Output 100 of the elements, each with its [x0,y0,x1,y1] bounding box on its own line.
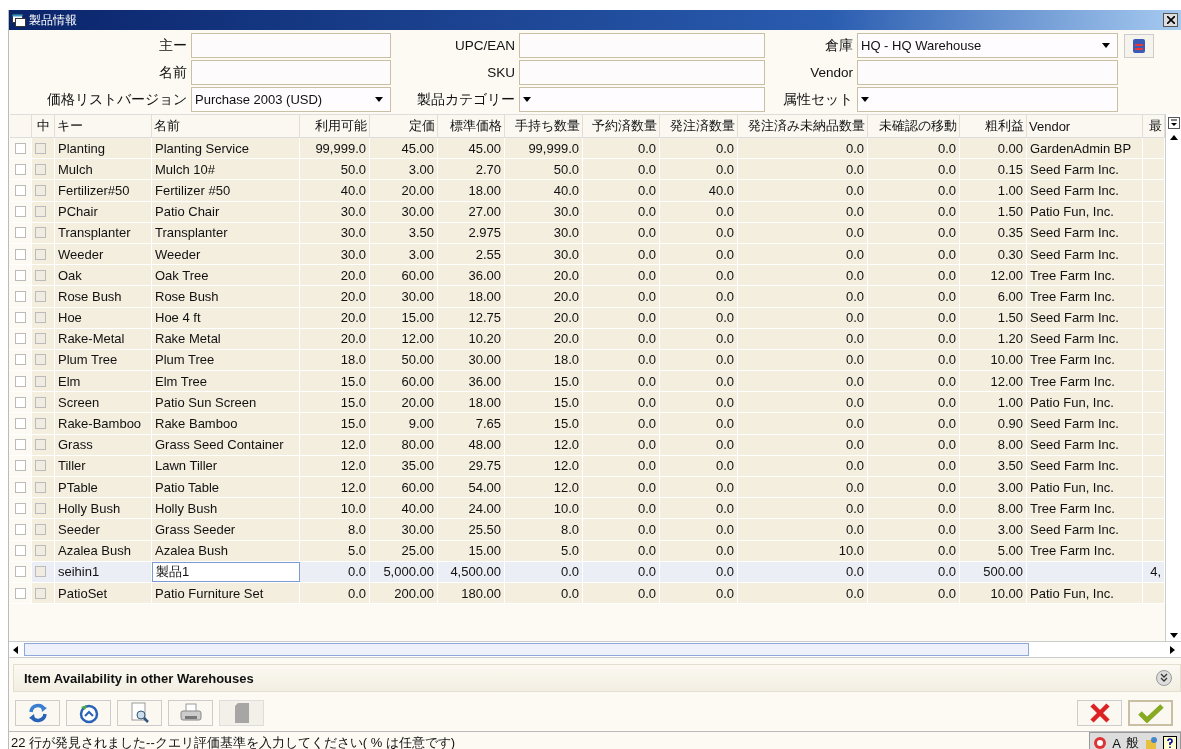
ime-mode-label[interactable]: 般 [1126,734,1139,749]
scrollbar-thumb[interactable] [24,643,1029,656]
row-checkbox[interactable] [35,269,46,281]
row-checkbox[interactable] [15,227,26,239]
table-row[interactable]: seihin1 製品1 0.0 5,000.00 4,500.00 0.0 0.0 0.0 0.0 0.0 500.00 4, [10,561,1165,583]
reset-button[interactable] [66,700,111,726]
table-row[interactable]: Oak Oak Tree 20.0 60.00 36.00 20.0 0.0 0.0 0.0 0.0 12.00 Tree Farm Inc. [10,265,1165,287]
row-checkbox[interactable] [35,290,46,302]
row-checkbox[interactable] [15,163,26,175]
ime-mode-label[interactable]: A [1112,735,1121,749]
row-checkbox[interactable] [35,460,46,472]
table-row[interactable]: Plum Tree Plum Tree 18.0 50.00 30.00 18.0 0.0 0.0 0.0 0.0 10.00 Tree Farm Inc. [10,349,1165,372]
input-field[interactable] [519,33,765,58]
row-checkbox[interactable] [35,142,46,154]
table-row[interactable]: Elm Elm Tree 15.0 60.00 36.00 15.0 0.0 0.0 0.0 0.0 12.00 Tree Farm Inc. [10,371,1165,393]
row-checkbox[interactable] [15,269,26,281]
column-header[interactable]: 発注済数量 [660,115,738,137]
database-button[interactable] [1124,33,1154,58]
dropdown-arrow-icon[interactable] [375,97,383,102]
table-row[interactable]: Screen Patio Sun Screen 15.0 20.00 18.00 15.0 0.0 0.0 0.0 0.0 1.00 Patio Fun, Inc. [10,392,1165,414]
vertical-scrollbar[interactable] [1165,114,1181,641]
column-header[interactable]: 定価 [370,115,438,137]
row-checkbox[interactable] [35,227,46,239]
row-checkbox[interactable] [35,439,46,451]
row-checkbox[interactable] [35,184,46,196]
row-checkbox[interactable] [15,184,26,196]
column-header[interactable]: Vendor [1027,115,1143,137]
row-checkbox[interactable] [35,354,46,366]
column-header[interactable]: 粗利益 [960,115,1027,137]
column-header[interactable]: 手持ち数量 [505,115,583,137]
row-checkbox[interactable] [35,587,46,599]
row-checkbox[interactable] [35,206,46,218]
chevron-icon[interactable] [1156,670,1172,686]
table-row[interactable]: Rose Bush Rose Bush 20.0 30.00 18.00 20.0 0.0 0.0 0.0 0.0 6.00 Tree Farm Inc. [10,286,1165,308]
row-checkbox[interactable] [35,333,46,345]
ok-button[interactable] [1128,700,1173,726]
row-checkbox[interactable] [35,375,46,387]
table-row[interactable]: Rake-Metal Rake Metal 20.0 12.00 10.20 20.0 0.0 0.0 0.0 0.0 1.20 Seed Farm Inc. [10,328,1165,350]
print-button[interactable] [168,700,213,726]
table-row[interactable]: Mulch Mulch 10# 50.0 3.00 2.70 50.0 0.0 0.0 0.0 0.0 0.15 Seed Farm Inc. [10,159,1165,181]
row-checkbox[interactable] [15,206,26,218]
cancel-button[interactable] [1077,700,1122,726]
row-checkbox[interactable] [15,142,26,154]
row-checkbox[interactable] [35,545,46,557]
input-field[interactable] [191,60,391,85]
collapsible-panel[interactable]: Item Availability in other Warehouses [13,664,1181,692]
table-row[interactable]: Grass Grass Seed Container 12.0 80.00 48.00 12.0 0.0 0.0 0.0 0.0 8.00 Seed Farm Inc. [10,434,1165,456]
row-checkbox[interactable] [15,418,26,430]
input-field[interactable] [519,60,765,85]
close-button[interactable] [1163,13,1178,27]
row-checkbox[interactable] [15,587,26,599]
row-checkbox[interactable] [15,354,26,366]
dropdown-arrow-icon[interactable] [1102,43,1110,48]
column-header[interactable]: 発注済み未納品数量 [738,115,868,137]
column-header[interactable]: 利用可能 [300,115,370,137]
table-row[interactable]: Hoe Hoe 4 ft 20.0 15.00 12.75 20.0 0.0 0.0 0.0 0.0 1.50 Seed Farm Inc. [10,307,1165,329]
row-checkbox[interactable] [15,248,26,260]
table-row[interactable]: Planting Planting Service 99,999.0 45.00 45.00 99,999.0 0.0 0.0 0.0 0.0 0.00 GardenAdmin BP [10,138,1165,160]
row-checkbox[interactable] [15,460,26,472]
table-row[interactable]: PatioSet Patio Furniture Set 0.0 200.00 180.00 0.0 0.0 0.0 0.0 0.0 10.00 Patio Fun, Inc. [10,582,1165,605]
scroll-up-icon[interactable] [1169,135,1178,140]
ime-tool-icon[interactable] [1144,736,1158,749]
table-row[interactable]: Tiller Lawn Tiller 12.0 35.00 29.75 12.0 0.0 0.0 0.0 0.0 3.50 Seed Farm Inc. [10,455,1165,477]
zoom-button[interactable] [117,700,162,726]
row-checkbox[interactable] [35,163,46,175]
row-checkbox[interactable] [15,375,26,387]
dropdown-arrow-icon[interactable] [861,97,869,102]
row-checkbox[interactable] [35,418,46,430]
column-header[interactable]: 予約済数量 [583,115,660,137]
cell-editor[interactable]: 製品1 [152,561,300,582]
table-row[interactable]: Fertilizer#50 Fertilizer #50 40.0 20.00 18.00 40.0 0.0 40.0 0.0 0.0 1.00 Seed Farm Inc. [10,180,1165,202]
row-checkbox[interactable] [15,502,26,514]
column-header[interactable]: 中 [32,115,55,137]
dropdown-field[interactable]: Purchase 2003 (USD) [191,87,391,112]
row-checkbox[interactable] [15,566,26,578]
row-checkbox[interactable] [35,248,46,260]
input-field[interactable] [857,60,1118,85]
dropdown-field[interactable] [857,87,1118,112]
row-checkbox[interactable] [15,481,26,493]
row-checkbox[interactable] [15,396,26,408]
column-header[interactable]: 名前 [152,115,300,137]
dropdown-field[interactable] [519,87,765,112]
refresh-button[interactable] [15,700,60,726]
dropdown-arrow-icon[interactable] [523,97,531,102]
table-row[interactable]: Rake-Bamboo Rake Bamboo 15.0 9.00 7.65 15.0 0.0 0.0 0.0 0.0 0.90 Seed Farm Inc. [10,413,1165,435]
table-row[interactable]: PTable Patio Table 12.0 60.00 54.00 12.0 0.0 0.0 0.0 0.0 3.00 Patio Fun, Inc. [10,477,1165,499]
row-checkbox[interactable] [35,523,46,535]
row-checkbox[interactable] [15,439,26,451]
row-checkbox[interactable] [15,312,26,324]
input-field[interactable] [191,33,391,58]
horizontal-scrollbar[interactable] [9,641,1181,658]
row-checkbox[interactable] [35,502,46,514]
row-checkbox[interactable] [35,396,46,408]
row-checkbox[interactable] [35,312,46,324]
row-checkbox[interactable] [35,481,46,493]
ime-logo-icon[interactable] [1093,736,1108,749]
table-row[interactable]: Holly Bush Holly Bush 10.0 40.00 24.00 10.0 0.0 0.0 0.0 0.0 8.00 Tree Farm Inc. [10,498,1165,520]
row-checkbox[interactable] [35,566,46,578]
row-checkbox[interactable] [15,333,26,345]
table-row[interactable]: Weeder Weeder 30.0 3.00 2.55 30.0 0.0 0.0 0.0 0.0 0.30 Seed Farm Inc. [10,243,1165,266]
